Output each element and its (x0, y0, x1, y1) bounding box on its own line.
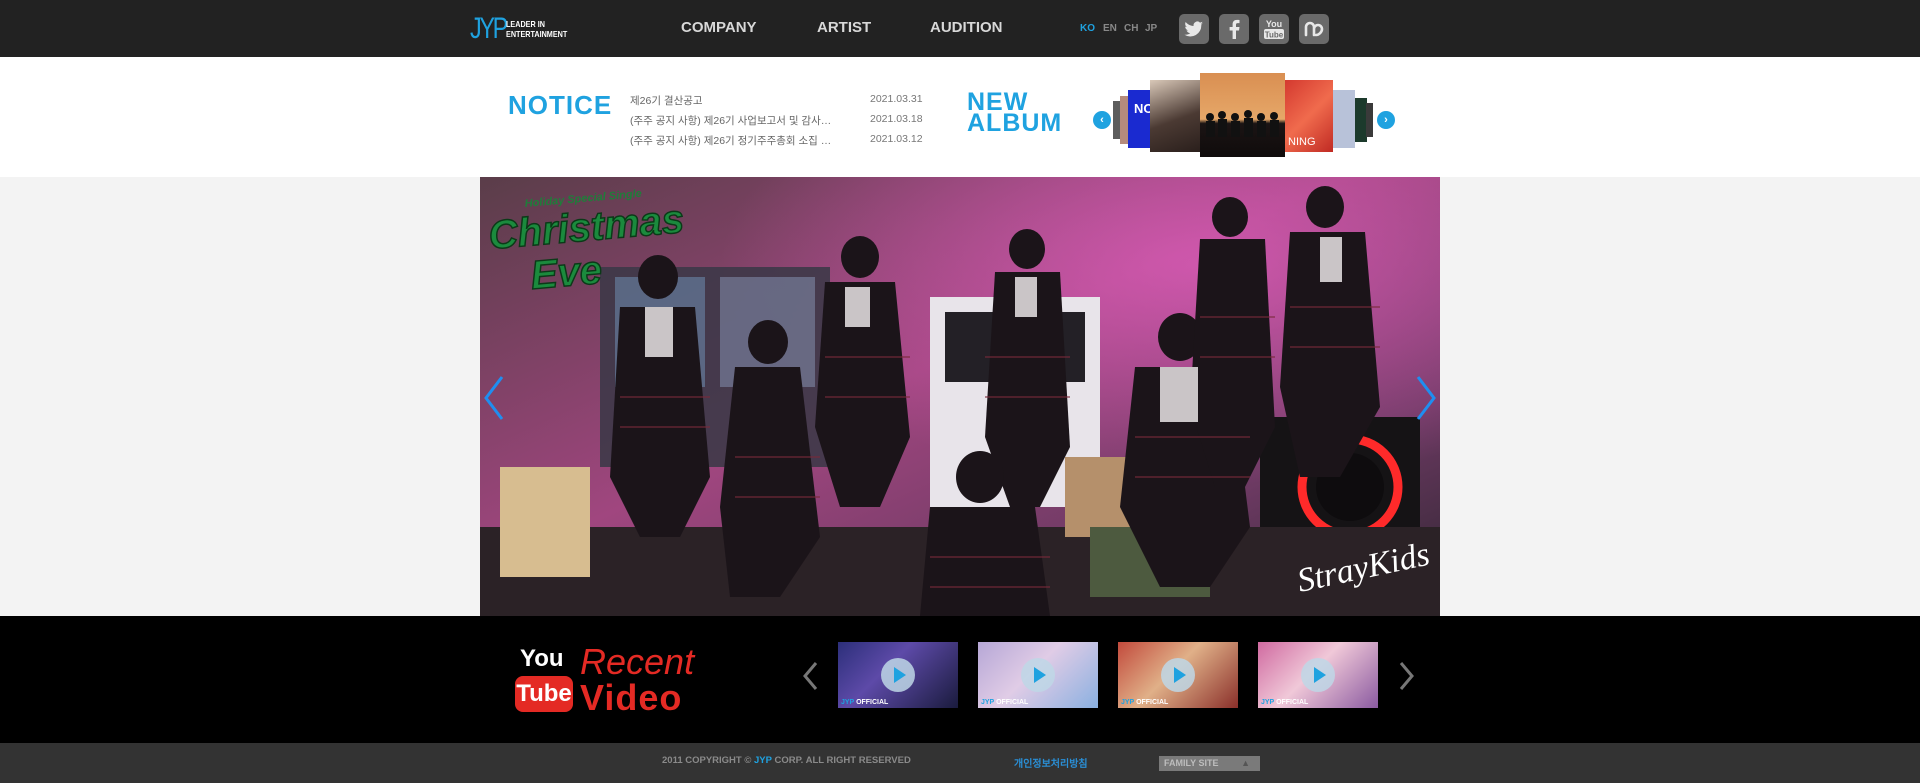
language-ko[interactable]: KO (1080, 23, 1095, 34)
album-cover-featured[interactable] (1200, 73, 1285, 157)
video-badge-text: OFFICIAL (856, 699, 889, 706)
logo-tagline-line1: LEADER IN (506, 19, 545, 29)
me2day-icon[interactable] (1299, 14, 1329, 44)
privacy-policy-link[interactable]: 개인정보처리방침 (1014, 755, 1088, 770)
notice-item-title: (주주 공지 사항) 제26기 사업보고서 및 감사보… (630, 115, 840, 127)
caret-up-icon: ▲ (1241, 758, 1250, 768)
video-badge: JYP OFFICIAL (1121, 699, 1168, 706)
hero-next-arrow[interactable] (1412, 373, 1440, 423)
nav-audition[interactable]: AUDITION (930, 19, 1003, 36)
logo-mark: JYP (470, 12, 508, 45)
video-badge-text: OFFICIAL (1136, 699, 1169, 706)
play-icon (881, 658, 915, 692)
main-visual-banner[interactable]: Holiday Special Single Christmas Eve Str… (480, 177, 1440, 616)
video-badge-logo: JYP (841, 699, 855, 706)
album-cover[interactable] (1333, 90, 1355, 148)
album-next-button[interactable]: › (1377, 111, 1395, 129)
youtube-icon[interactable]: You Tube (1259, 14, 1289, 44)
copyright-brand: JYP (754, 755, 772, 766)
video-next-arrow[interactable] (1396, 660, 1416, 692)
nav-company[interactable]: COMPANY (681, 19, 757, 36)
album-cover[interactable]: NING (1285, 80, 1333, 152)
video-prev-arrow[interactable] (801, 660, 821, 692)
notice-heading: NOTICE (508, 90, 613, 120)
logo-tagline: LEADER IN ENTERTAINMENT (506, 19, 567, 39)
footer (0, 743, 1920, 783)
copyright-suffix: CORP. ALL RIGHT RESERVED (771, 755, 911, 766)
album-cover-text: NING (1288, 136, 1316, 148)
notice-item-title: 제26기 결산공고 (630, 95, 703, 107)
language-en[interactable]: EN (1103, 23, 1117, 34)
video-badge-logo: JYP (1121, 699, 1135, 706)
play-icon (1161, 658, 1195, 692)
hero-prev-arrow[interactable] (480, 373, 508, 423)
recent-video-title-line2: Video (580, 677, 683, 718)
album-cover-silhouettes (1206, 110, 1279, 137)
jyp-logo[interactable]: JYP LEADER IN ENTERTAINMENT (470, 12, 578, 46)
twitter-icon[interactable] (1179, 14, 1209, 44)
hero-artwork: Holiday Special Single Christmas Eve Str… (480, 177, 1440, 616)
new-album-heading: NEW ALBUM (967, 90, 1063, 137)
nav-artist[interactable]: ARTIST (817, 19, 871, 36)
copyright-prefix: 2011 COPYRIGHT © (662, 755, 755, 766)
video-badge-logo: JYP (1261, 699, 1275, 706)
copyright-text: 2011 COPYRIGHT © JYP CORP. ALL RIGHT RES… (662, 755, 911, 766)
play-icon (1301, 658, 1335, 692)
video-thumbnail[interactable]: JYP OFFICIAL (838, 642, 958, 708)
new-album-heading-line2: ALBUM (967, 109, 1063, 137)
album-prev-button[interactable]: ‹ (1093, 111, 1111, 129)
hero-banner-title-line2: Eve (529, 248, 604, 298)
video-badge: JYP OFFICIAL (1261, 699, 1308, 706)
album-cover[interactable] (1366, 103, 1373, 137)
video-thumbnail[interactable]: JYP OFFICIAL (978, 642, 1098, 708)
recent-video-title-line1: Recent (580, 641, 695, 682)
video-badge-logo: JYP (981, 699, 995, 706)
family-site-select[interactable]: FAMILY SITE ▲ (1159, 756, 1260, 771)
youtube-icon-text-bottom: Tube (1265, 31, 1284, 40)
youtube-logo-you: You (520, 645, 564, 672)
album-cover[interactable] (1150, 80, 1200, 152)
video-badge-text: OFFICIAL (996, 699, 1029, 706)
youtube-logo-tube: Tube (515, 676, 573, 712)
facebook-icon[interactable] (1219, 14, 1249, 44)
video-badge: JYP OFFICIAL (841, 699, 888, 706)
notice-album-strip (0, 57, 1920, 177)
family-site-label: FAMILY SITE (1164, 758, 1219, 768)
youtube-icon-text-top: You (1266, 19, 1282, 29)
notice-item-date: 2021.03.18 (870, 113, 923, 125)
logo-tagline-line2: ENTERTAINMENT (506, 29, 568, 39)
language-ch[interactable]: CH (1124, 23, 1138, 34)
play-icon (1021, 658, 1055, 692)
video-thumbnail[interactable]: JYP OFFICIAL (1118, 642, 1238, 708)
video-badge: JYP OFFICIAL (981, 699, 1028, 706)
notice-item-date: 2021.03.31 (870, 93, 923, 105)
video-thumbnail[interactable]: JYP OFFICIAL (1258, 642, 1378, 708)
notice-item-title: (주주 공지 사항) 제26기 정기주주총회 소집 통지 (630, 135, 840, 147)
video-badge-text: OFFICIAL (1276, 699, 1309, 706)
recent-video-section (0, 616, 1920, 743)
notice-item-date: 2021.03.12 (870, 133, 923, 145)
language-jp[interactable]: JP (1145, 23, 1157, 34)
